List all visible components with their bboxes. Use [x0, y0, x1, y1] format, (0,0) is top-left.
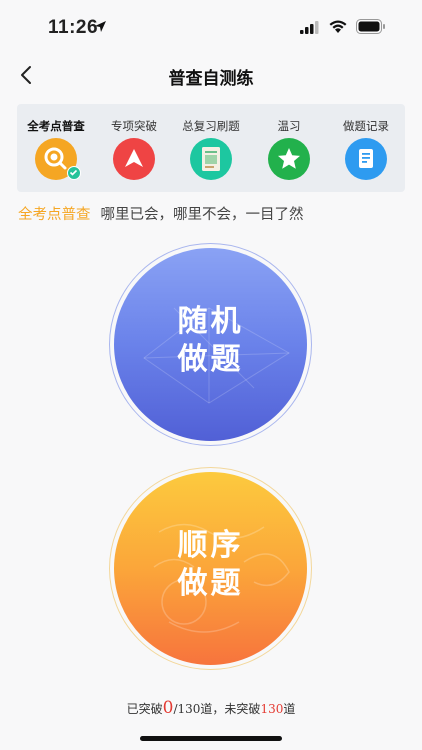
tab-label: 全考点普查 — [27, 119, 85, 133]
button-text: 顺序 做题 — [111, 527, 310, 603]
tab-practice-records[interactable]: 做题记录 — [327, 104, 405, 192]
mode-tabs: 全考点普查 专项突破 总复习刷题 温习 做题记录 — [17, 104, 405, 192]
random-practice-button[interactable]: 随机 做题 — [109, 243, 312, 446]
remaining-count: 130 — [260, 702, 284, 716]
button-text-line: 随机 — [177, 304, 244, 339]
button-text: 随机 做题 — [111, 303, 310, 379]
status-bar: 11:26 — [0, 0, 422, 52]
button-text-line: 顺序 — [177, 528, 244, 563]
tab-general-review[interactable]: 总复习刷题 — [172, 104, 250, 192]
nav-bar: 普查自测练 — [0, 52, 422, 98]
mode-name: 全考点普查 — [18, 207, 91, 223]
wifi-icon — [329, 20, 347, 33]
button-text-line: 做题 — [177, 342, 244, 377]
stats-prefix: 已突破 — [126, 702, 163, 716]
note-icon — [345, 138, 387, 180]
mode-desc: 哪里已会，哪里不会，一目了然 — [100, 207, 304, 223]
tab-label: 总复习刷题 — [182, 119, 240, 133]
stats-mid: /130道，未突破 — [173, 702, 261, 716]
tab-label: 温习 — [277, 119, 301, 133]
sequential-practice-button[interactable]: 顺序 做题 — [109, 467, 312, 670]
search-icon — [35, 138, 81, 180]
battery-icon — [356, 19, 385, 34]
status-time: 11:26 — [48, 17, 99, 38]
page-title: 普查自测练 — [168, 69, 254, 89]
stats-suffix: 道 — [283, 702, 296, 716]
progress-stats: 已突破0/130道，未突破130道 — [0, 698, 422, 718]
mode-description: 全考点普查 哪里已会，哪里不会，一目了然 — [18, 203, 304, 224]
tab-label: 专项突破 — [111, 119, 157, 133]
home-indicator — [140, 736, 282, 741]
tab-full-review[interactable]: 全考点普查 — [17, 104, 95, 192]
star-icon — [268, 138, 310, 180]
tab-special-breakthrough[interactable]: 专项突破 — [95, 104, 173, 192]
book-icon — [190, 138, 232, 180]
tab-revisit[interactable]: 温习 — [250, 104, 328, 192]
button-text-line: 做题 — [177, 566, 244, 601]
broken-count: 0 — [162, 698, 174, 718]
arrow-up-icon — [113, 138, 155, 180]
check-badge-icon — [67, 166, 81, 180]
cellular-signal-icon — [300, 21, 319, 34]
location-arrow-icon — [95, 21, 106, 32]
tab-label: 做题记录 — [343, 119, 389, 133]
